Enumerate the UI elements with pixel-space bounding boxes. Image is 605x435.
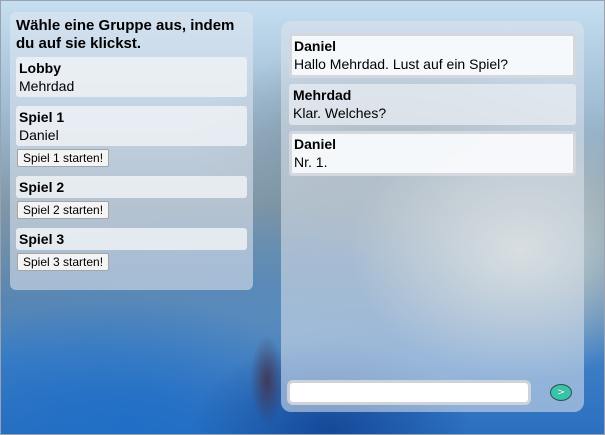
group-name: Spiel 2 bbox=[19, 179, 65, 195]
message-text: Klar. Welches? bbox=[293, 105, 387, 121]
start-spiel-2-button[interactable]: Spiel 2 starten! bbox=[17, 201, 110, 219]
background-figure bbox=[250, 335, 284, 425]
groups-panel: Wähle eine Gruppe aus, indem du auf sie … bbox=[10, 12, 253, 290]
chat-message: Mehrdad Klar. Welches? bbox=[289, 84, 576, 125]
group-name: Spiel 1 bbox=[19, 109, 65, 125]
message-sender: Daniel bbox=[294, 136, 337, 152]
group-spiel-3[interactable]: Spiel 3 bbox=[16, 228, 247, 250]
start-spiel-1-button[interactable]: Spiel 1 starten! bbox=[17, 149, 110, 167]
group-member: Mehrdad bbox=[19, 78, 75, 94]
group-member: Daniel bbox=[19, 127, 59, 143]
group-spiel-2[interactable]: Spiel 2 bbox=[16, 176, 247, 198]
send-button[interactable]: > bbox=[550, 384, 572, 401]
message-sender: Mehrdad bbox=[293, 87, 352, 103]
chat-message: Daniel Hallo Mehrdad. Lust auf ein Spiel… bbox=[289, 33, 576, 78]
group-name: Spiel 3 bbox=[19, 231, 65, 247]
send-arrow-icon: > bbox=[556, 386, 566, 398]
message-text: Hallo Mehrdad. Lust auf ein Spiel? bbox=[294, 56, 509, 72]
chat-message: Daniel Nr. 1. bbox=[289, 131, 576, 176]
chat-input-row: > bbox=[287, 380, 577, 406]
start-spiel-3-button[interactable]: Spiel 3 starten! bbox=[17, 253, 110, 271]
groups-instructions: Wähle eine Gruppe aus, indem du auf sie … bbox=[16, 17, 235, 52]
group-name: Lobby bbox=[19, 60, 61, 76]
group-lobby[interactable]: Lobby Mehrdad bbox=[16, 57, 247, 97]
message-sender: Daniel bbox=[294, 38, 337, 54]
chat-message-input[interactable] bbox=[287, 380, 531, 405]
group-spiel-1[interactable]: Spiel 1 Daniel bbox=[16, 106, 247, 146]
chat-panel: Daniel Hallo Mehrdad. Lust auf ein Spiel… bbox=[281, 21, 584, 412]
message-text: Nr. 1. bbox=[294, 154, 328, 170]
